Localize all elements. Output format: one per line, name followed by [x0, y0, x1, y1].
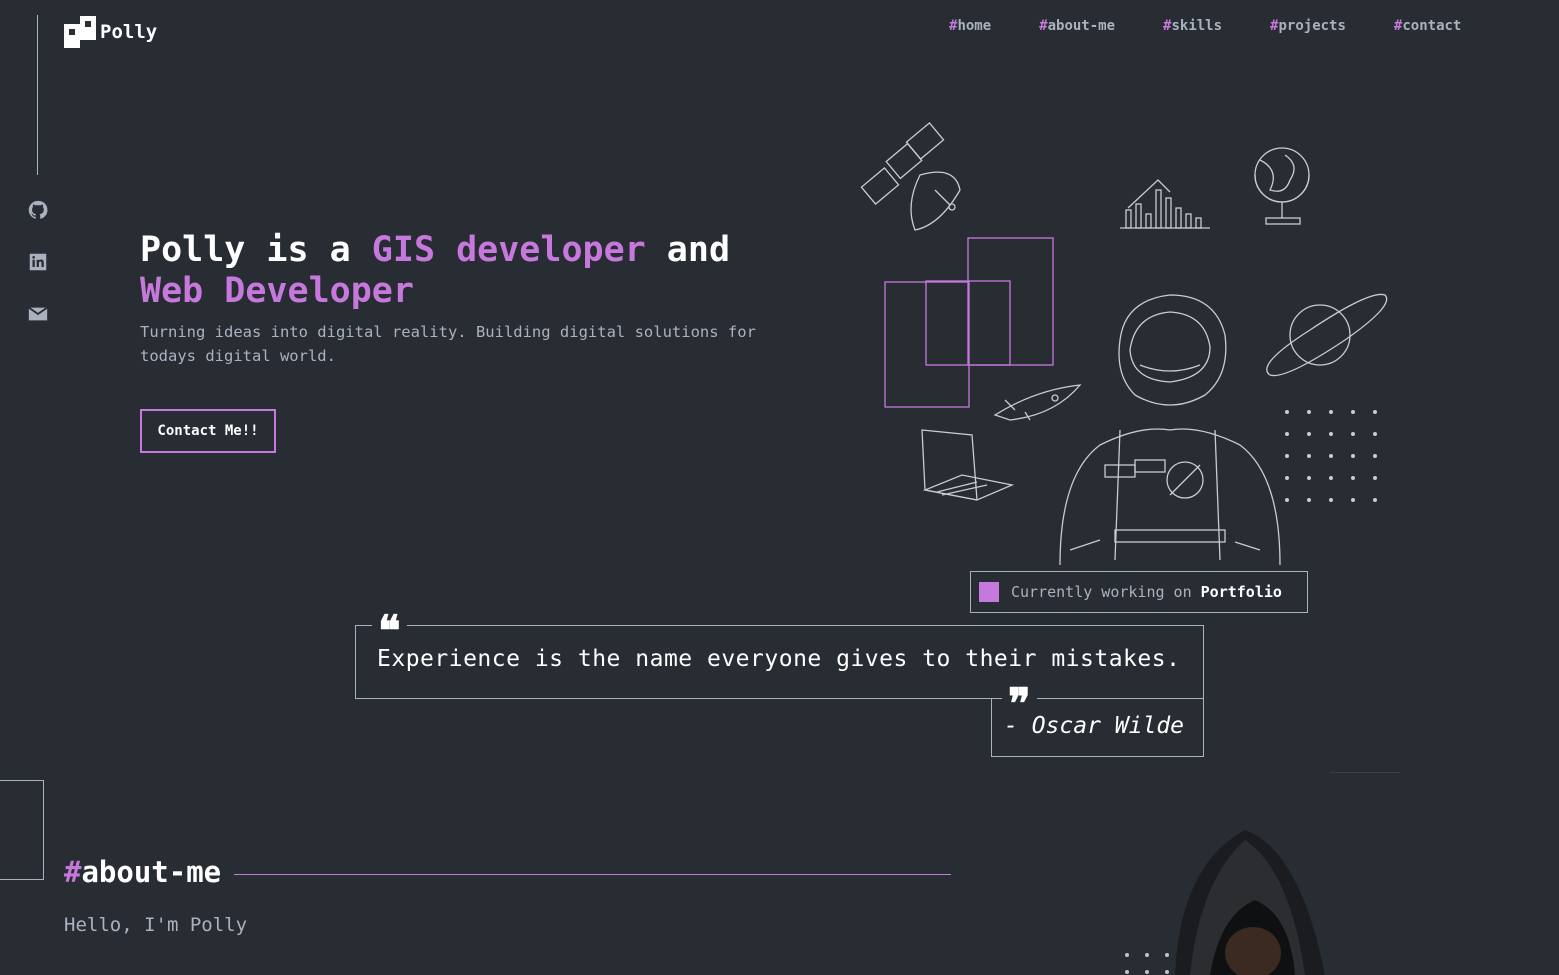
laptop-icon — [921, 429, 1015, 501]
status-square-icon — [979, 582, 999, 602]
logo[interactable]: Polly — [64, 16, 157, 48]
status-text: Currently working on Portfolio — [1011, 583, 1282, 601]
main-nav: #home #about-me #skills #projects #conta… — [949, 18, 1509, 34]
astronaut-illustration — [860, 122, 1388, 566]
about-title-line — [234, 874, 951, 875]
decorative-frame — [0, 780, 44, 880]
nav-skills[interactable]: #skills — [1163, 18, 1222, 34]
hero-subtitle: Turning ideas into digital reality. Buil… — [140, 323, 756, 365]
dots-decoration — [1285, 410, 1377, 502]
contact-me-button[interactable]: Contact Me!! — [140, 409, 276, 453]
close-quote-icon: ❞ — [1002, 685, 1037, 711]
hero-title: Polly is a GIS developer and Web Develop… — [140, 230, 731, 311]
rocket-icon — [993, 384, 1082, 421]
logo-icon — [64, 16, 96, 48]
logo-outline — [884, 237, 1054, 408]
quote-author-box: ❞ - Oscar Wilde — [991, 685, 1204, 757]
nav-about-me[interactable]: #about-me — [1039, 18, 1115, 34]
nav-projects[interactable]: #projects — [1270, 18, 1346, 34]
github-icon[interactable] — [27, 199, 49, 221]
bar-chart-icon — [1120, 179, 1210, 229]
satellite-icon — [860, 122, 961, 231]
quote-text: Experience is the name everyone gives to… — [377, 646, 1181, 672]
profile-photo — [1125, 830, 1325, 975]
linkedin-icon[interactable] — [27, 251, 49, 273]
globe-icon — [1254, 147, 1310, 225]
email-icon[interactable] — [27, 303, 49, 325]
astronaut-icon — [1059, 294, 1281, 566]
open-quote-icon: ❝ — [372, 612, 407, 638]
social-rail-line — [37, 15, 38, 175]
quote-author: - Oscar Wilde — [1004, 713, 1185, 739]
about-greeting: Hello, I'm Polly — [64, 914, 248, 936]
nav-contact[interactable]: #contact — [1394, 18, 1461, 34]
logo-text: Polly — [100, 21, 158, 43]
divider — [1330, 772, 1400, 773]
nav-home[interactable]: #home — [949, 18, 991, 34]
quote-box: ❝ Experience is the name everyone gives … — [355, 612, 1204, 699]
planet-icon — [1266, 293, 1388, 377]
status-card: Currently working on Portfolio — [970, 571, 1308, 613]
about-section-title: #about-me — [64, 855, 222, 889]
